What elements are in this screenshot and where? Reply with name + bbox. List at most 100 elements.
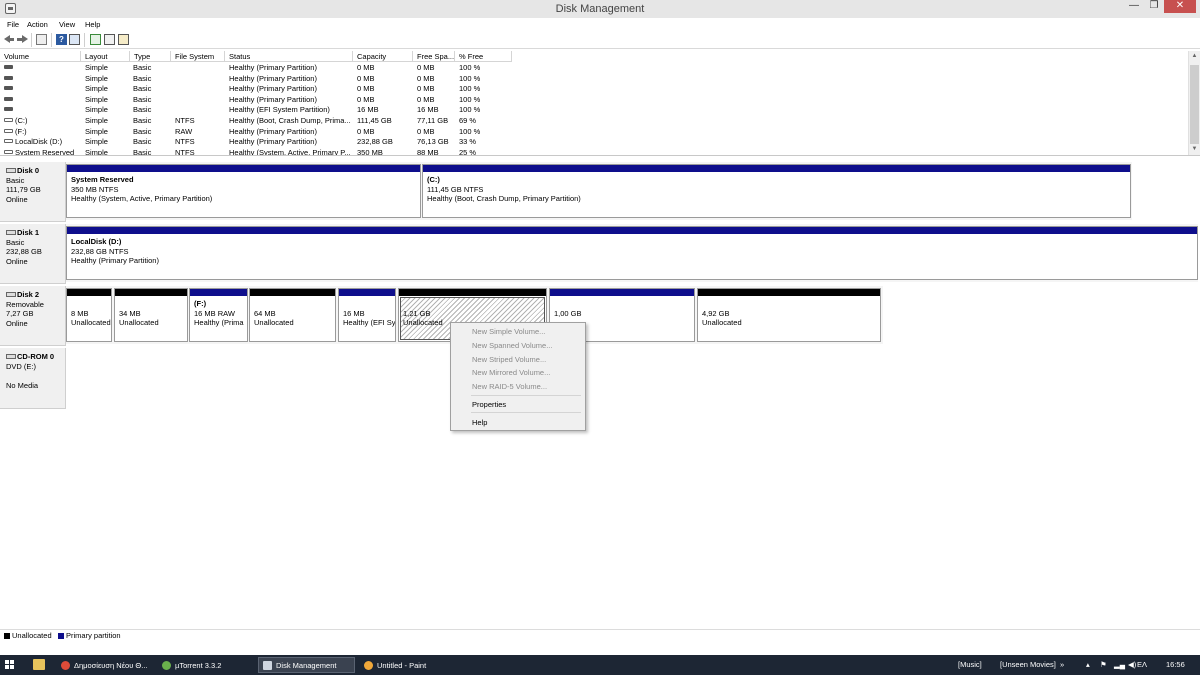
cell-text: Healthy (EFI System Partition) <box>229 105 330 115</box>
unallocated-partition[interactable]: 34 MB Unallocated <box>114 288 188 342</box>
drive-icon <box>4 139 13 144</box>
partition-title: (C:) <box>427 175 440 184</box>
menu-properties[interactable]: Properties <box>472 400 506 409</box>
clock[interactable]: 16:56 <box>1166 660 1185 669</box>
menu-help[interactable]: Help <box>85 20 100 29</box>
partition-title <box>403 299 443 309</box>
cell-text: Simple <box>85 84 108 94</box>
start-button[interactable] <box>5 660 15 670</box>
column-header-free-space[interactable]: Free Spa... <box>413 51 455 62</box>
table-row[interactable]: System Reserved Simple Basic NTFS Healthy (S… <box>0 147 1188 156</box>
cell-text: 88 MB <box>417 147 439 156</box>
task-disk-management[interactable]: Disk Management <box>258 657 355 673</box>
file-explorer-icon[interactable] <box>33 659 45 670</box>
cell-text: Healthy (Primary Partition) <box>229 94 317 104</box>
partition-color-bar <box>115 289 187 296</box>
table-row[interactable]: (F:) Simple Basic RAW Healthy (Primary Parti… <box>0 127 1188 138</box>
toolbar-chevron-icon[interactable]: » <box>1060 660 1064 669</box>
column-header-capacity[interactable]: Capacity <box>353 51 413 62</box>
cell-text: NTFS <box>175 137 195 147</box>
scroll-thumb[interactable] <box>1190 65 1199 144</box>
table-row[interactable]: (C:) Simple Basic NTFS Healthy (Boot, Crash … <box>0 116 1188 127</box>
primary-partition[interactable]: LocalDisk (D:) 232,88 GB NTFS Healthy (Pri… <box>66 226 1198 280</box>
network-icon[interactable]: ▂▄ <box>1114 660 1125 669</box>
partition-title: System Reserved <box>71 175 134 184</box>
partition-color-bar <box>67 165 420 172</box>
tray-up-arrow-icon[interactable]: ▴ <box>1086 660 1090 669</box>
scroll-down-icon[interactable]: ▼ <box>1189 146 1200 155</box>
cell-text: Basic <box>133 105 152 115</box>
cell-text: Simple <box>85 147 108 156</box>
column-header-percent-free[interactable]: % Free <box>455 51 512 62</box>
primary-partition[interactable]: (F:) 16 MB RAW Healthy (Prima <box>189 288 248 342</box>
rescan-icon[interactable] <box>104 34 115 45</box>
volume-icon[interactable]: ◀) <box>1128 660 1136 669</box>
table-cell: 16 MB <box>417 105 455 114</box>
column-header-volume[interactable]: Volume <box>0 51 81 62</box>
partition-size: 16 MB RAW <box>194 308 235 318</box>
forward-icon[interactable] <box>17 34 28 45</box>
refresh-icon[interactable] <box>90 34 101 45</box>
task-paint[interactable]: Untitled - Paint <box>359 657 456 673</box>
table-row[interactable]: Simple Basic Healthy (Primary Partition) 0 … <box>0 74 1188 85</box>
flag-icon[interactable]: ⚑ <box>1100 660 1107 669</box>
toolbar-unseen-movies[interactable]: [Unseen Movies] <box>1000 660 1056 669</box>
task-chrome[interactable]: Δημοσίευση Νέου Θ... <box>56 657 153 673</box>
unallocated-partition[interactable]: 64 MB Unallocated <box>249 288 336 342</box>
table-row[interactable]: Simple Basic Healthy (Primary Partition) 0 … <box>0 63 1188 74</box>
disk-name-text: Disk 1 <box>17 228 40 237</box>
partition-color-bar <box>67 289 111 296</box>
menu-file[interactable]: File <box>7 20 19 29</box>
disk-label[interactable]: Disk 2 Removable 7,27 GB Online <box>0 286 66 346</box>
table-cell: 0 MB <box>417 74 455 83</box>
back-icon[interactable] <box>4 34 15 45</box>
cell-text: 25 % <box>459 147 477 156</box>
table-row[interactable]: LocalDisk (D:) Simple Basic NTFS Healthy (Pr… <box>0 137 1188 148</box>
partition-title <box>254 299 294 309</box>
disk-row: CD-ROM 0 DVD (E:) No Media <box>0 348 1200 409</box>
close-button[interactable]: ✕ <box>1164 0 1196 13</box>
primary-partition[interactable]: (C:) 111,45 GB NTFS Healthy (Boot, Crash D… <box>422 164 1131 218</box>
disk-partition-area: LocalDisk (D:) 232,88 GB NTFS Healthy (Pri… <box>66 224 1198 282</box>
column-header-layout[interactable]: Layout <box>81 51 130 62</box>
disk-row: Disk 1 Basic 232,88 GB Online LocalDisk (D:)… <box>0 224 1200 284</box>
table-row[interactable]: Simple Basic Healthy (Primary Partition) 0 … <box>0 84 1188 95</box>
menu-new-striped-volume: New Striped Volume... <box>472 355 547 364</box>
table-cell: 33 % <box>459 137 509 146</box>
cell-text: NTFS <box>175 116 195 125</box>
help-icon[interactable]: ? <box>56 34 67 45</box>
disk-label[interactable]: Disk 1 Basic 232,88 GB Online <box>0 224 66 284</box>
unallocated-partition[interactable]: 4,92 GB Unallocated <box>697 288 881 342</box>
maximize-button[interactable]: ❐ <box>1145 0 1163 13</box>
language-indicator[interactable]: ΕΛ <box>1137 660 1147 669</box>
table-cell: Healthy (Primary Partition) <box>229 84 353 93</box>
view-icon[interactable] <box>36 34 47 45</box>
primary-partition[interactable]: System Reserved 350 MB NTFS Healthy (Syste… <box>66 164 421 218</box>
partition-color-bar <box>190 289 247 296</box>
task-utorrent[interactable]: µTorrent 3.3.2 <box>157 657 254 673</box>
disk-label[interactable]: Disk 0 Basic 111,79 GB Online <box>0 162 66 222</box>
scroll-up-icon[interactable]: ▲ <box>1189 53 1200 63</box>
partition-text: 1,21 GB Unallocated <box>403 299 443 328</box>
partition-text: 64 MB Unallocated <box>254 299 294 328</box>
column-header-file-system[interactable]: File System <box>171 51 225 62</box>
properties-icon[interactable] <box>69 34 80 45</box>
vertical-scrollbar[interactable]: ▲ ▼ <box>1188 51 1200 155</box>
unallocated-partition[interactable]: 8 MB Unallocated <box>66 288 112 342</box>
menu-help-item[interactable]: Help <box>472 418 487 427</box>
table-row[interactable]: Simple Basic Healthy (EFI System Partition… <box>0 105 1188 116</box>
column-header-type[interactable]: Type <box>130 51 171 62</box>
disk-label[interactable]: CD-ROM 0 DVD (E:) No Media <box>0 348 66 409</box>
minimize-button[interactable]: — <box>1125 0 1143 13</box>
toolbar-music[interactable]: [Music] <box>958 660 982 669</box>
column-header-status[interactable]: Status <box>225 51 353 62</box>
menu-action[interactable]: Action <box>27 20 48 29</box>
table-cell: Basic <box>133 137 171 146</box>
table-row[interactable]: Simple Basic Healthy (Primary Partition) 0 … <box>0 95 1188 106</box>
menu-view[interactable]: View <box>59 20 75 29</box>
partition-color-bar <box>250 289 335 296</box>
settings-icon[interactable] <box>118 34 129 45</box>
primary-partition[interactable]: 16 MB Healthy (EFI Sy <box>338 288 396 342</box>
table-cell: Basic <box>133 148 171 155</box>
cell-text: 100 % <box>459 63 481 72</box>
